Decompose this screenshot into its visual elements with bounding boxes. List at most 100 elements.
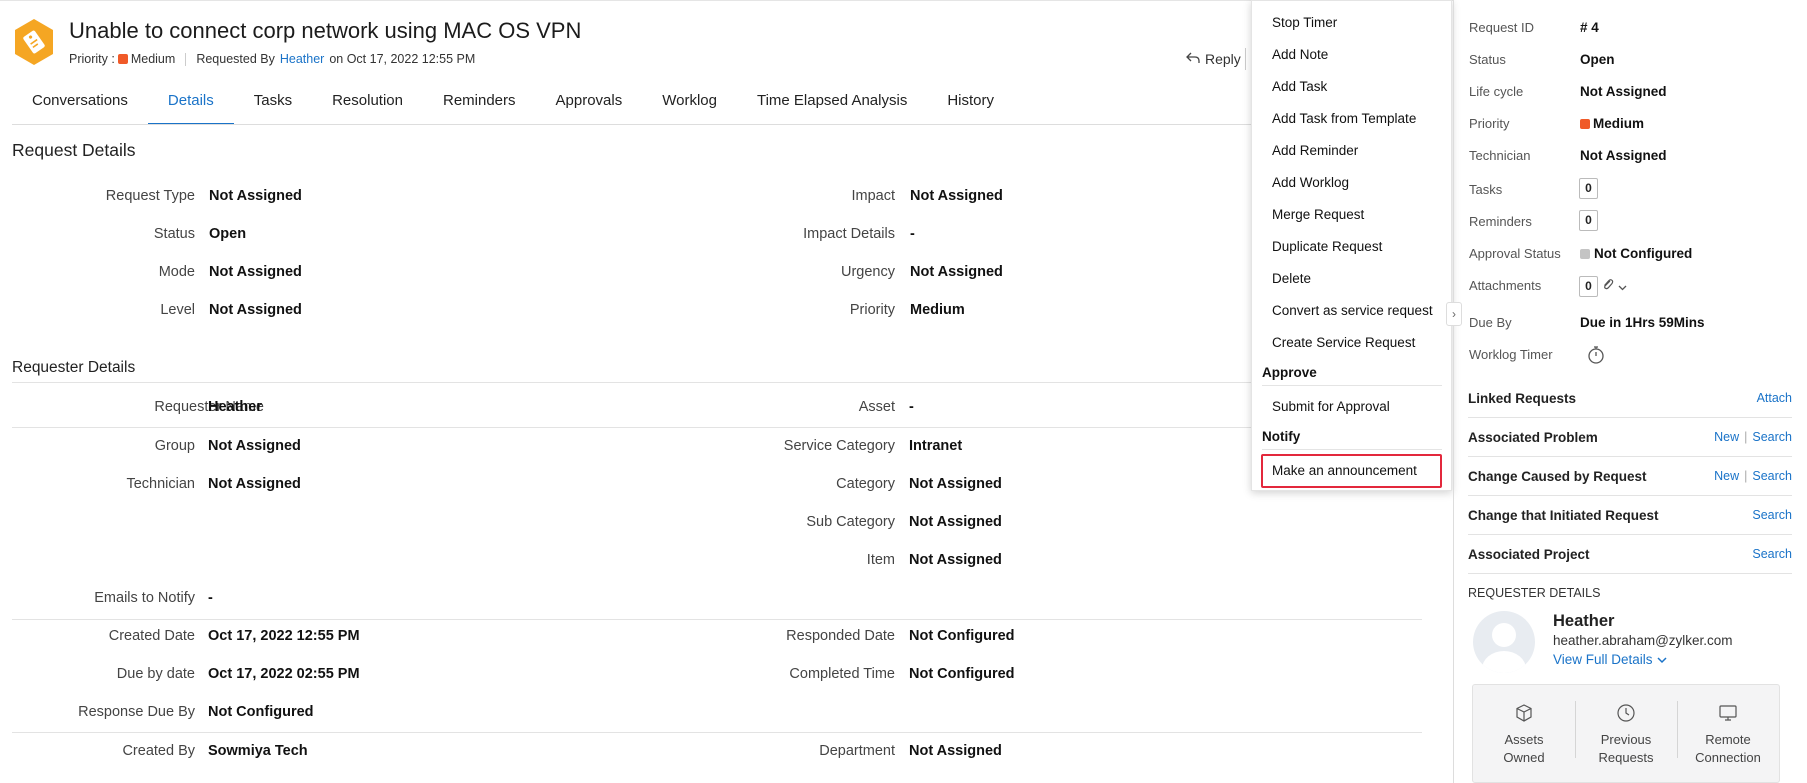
impact-value[interactable]: Not Assigned xyxy=(910,188,1003,204)
menu-item-add-note[interactable]: Add Note xyxy=(1272,47,1328,62)
responded-date-value[interactable]: Not Configured xyxy=(909,628,1015,644)
reply-label: Reply xyxy=(1205,51,1241,67)
remote-connection-label-1: Remote xyxy=(1705,732,1751,747)
row-divider xyxy=(12,732,1422,733)
tab-reminders[interactable]: Reminders xyxy=(423,88,536,125)
tab-history[interactable]: History xyxy=(927,88,1014,125)
requester-link[interactable]: Heather xyxy=(280,52,324,66)
impact-details-value[interactable]: - xyxy=(910,226,915,242)
level-value[interactable]: Not Assigned xyxy=(209,302,302,318)
priority-field-value[interactable]: Medium xyxy=(910,302,965,318)
created-by-label: Created By xyxy=(122,743,195,759)
attach-link[interactable]: Attach xyxy=(1757,391,1792,405)
menu-item-stop-timer[interactable]: Stop Timer xyxy=(1272,15,1337,30)
asset-label: Asset xyxy=(858,399,895,415)
level-label: Level xyxy=(160,302,195,318)
paperclip-icon[interactable] xyxy=(1601,278,1615,295)
collapse-panel-button[interactable]: › xyxy=(1446,302,1462,326)
assets-owned-tile[interactable]: Assets Owned xyxy=(1473,685,1575,782)
attachments-label: Attachments xyxy=(1469,278,1542,293)
requester-name-value[interactable]: Heather xyxy=(208,399,262,415)
asset-value[interactable]: - xyxy=(909,399,914,415)
associated-project-search-link[interactable]: Search xyxy=(1752,547,1792,561)
lifecycle-value[interactable]: Not Assigned xyxy=(1580,84,1667,99)
menu-item-add-reminder[interactable]: Add Reminder xyxy=(1272,143,1358,158)
attachments-control[interactable]: 0 xyxy=(1579,276,1627,297)
menu-item-create-service-request[interactable]: Create Service Request xyxy=(1272,335,1415,350)
menu-item-delete[interactable]: Delete xyxy=(1272,271,1311,286)
menu-item-add-task[interactable]: Add Task xyxy=(1272,79,1327,94)
tab-approvals[interactable]: Approvals xyxy=(536,88,643,125)
menu-item-convert-as-service-request[interactable]: Convert as service request xyxy=(1272,303,1433,318)
menu-item-add-worklog[interactable]: Add Worklog xyxy=(1272,175,1349,190)
tab-details[interactable]: Details xyxy=(147,88,234,125)
section-divider xyxy=(12,382,1252,383)
status-value[interactable]: Open xyxy=(209,226,246,242)
service-category-value[interactable]: Intranet xyxy=(909,438,962,454)
reply-button[interactable]: Reply xyxy=(1186,51,1241,67)
mode-value[interactable]: Not Assigned xyxy=(209,264,302,280)
priority-value: Medium xyxy=(130,52,176,66)
chevron-down-icon[interactable] xyxy=(1618,279,1627,295)
change-caused-new-link[interactable]: New xyxy=(1714,469,1739,483)
chevron-down-icon xyxy=(1657,652,1667,667)
priority-color-swatch xyxy=(117,54,128,64)
side-technician-value[interactable]: Not Assigned xyxy=(1580,148,1667,163)
tab-tasks[interactable]: Tasks xyxy=(234,88,312,125)
department-value[interactable]: Not Assigned xyxy=(909,743,1002,759)
tab-time-elapsed-analysis[interactable]: Time Elapsed Analysis xyxy=(737,88,927,125)
due-by-label: Due By xyxy=(1469,315,1512,330)
side-priority-label: Priority xyxy=(1469,116,1510,131)
row-divider xyxy=(12,619,1422,620)
view-full-details-link[interactable]: View Full Details xyxy=(1553,652,1667,667)
remote-connection-label-2: Connection xyxy=(1695,750,1761,765)
row-divider xyxy=(12,427,1252,428)
item-value[interactable]: Not Assigned xyxy=(909,552,1002,568)
reminders-count[interactable]: 0 xyxy=(1579,210,1598,231)
approval-status-label: Approval Status xyxy=(1469,246,1561,261)
associated-problem-search-link[interactable]: Search xyxy=(1752,430,1792,444)
requester-card-email: heather.abraham@zylker.com xyxy=(1553,633,1733,648)
emails-to-notify-value[interactable]: - xyxy=(208,590,213,606)
requester-avatar[interactable] xyxy=(1473,611,1535,673)
change-caused-search-link[interactable]: Search xyxy=(1752,469,1792,483)
completed-time-value[interactable]: Not Configured xyxy=(909,666,1015,682)
emails-to-notify-label: Emails to Notify xyxy=(94,590,195,606)
due-by-date-value[interactable]: Oct 17, 2022 02:55 PM xyxy=(208,666,360,682)
requester-details-side-heading: REQUESTER DETAILS xyxy=(1468,586,1601,600)
side-status-value[interactable]: Open xyxy=(1580,52,1615,67)
reply-icon xyxy=(1186,51,1200,67)
associated-problem-new-link[interactable]: New xyxy=(1714,430,1739,444)
request-details-heading: Request Details xyxy=(12,140,136,160)
menu-item-make-an-announcement[interactable]: Make an announcement xyxy=(1272,463,1417,478)
change-initiated-search-link[interactable]: Search xyxy=(1752,508,1792,522)
side-status-label: Status xyxy=(1469,52,1506,67)
previous-requests-tile[interactable]: Previous Requests xyxy=(1575,685,1677,782)
tab-conversations[interactable]: Conversations xyxy=(12,88,148,125)
worklog-timer-label: Worklog Timer xyxy=(1469,347,1553,362)
menu-item-duplicate-request[interactable]: Duplicate Request xyxy=(1272,239,1382,254)
menu-item-submit-for-approval[interactable]: Submit for Approval xyxy=(1272,399,1390,414)
group-label: Group xyxy=(154,438,195,454)
requester-card-name: Heather xyxy=(1553,612,1615,630)
tasks-count[interactable]: 0 xyxy=(1579,178,1598,199)
side-priority-text: Medium xyxy=(1593,116,1645,131)
sub-category-value[interactable]: Not Assigned xyxy=(909,514,1002,530)
urgency-value[interactable]: Not Assigned xyxy=(910,264,1003,280)
tab-resolution[interactable]: Resolution xyxy=(312,88,423,125)
menu-item-merge-request[interactable]: Merge Request xyxy=(1272,207,1364,222)
menu-item-add-task-from-template[interactable]: Add Task from Template xyxy=(1272,111,1416,126)
category-value[interactable]: Not Assigned xyxy=(909,476,1002,492)
created-by-value: Sowmiya Tech xyxy=(208,743,308,759)
request-type-value[interactable]: Not Assigned xyxy=(209,188,302,204)
response-due-by-value[interactable]: Not Configured xyxy=(208,704,314,720)
remote-connection-tile[interactable]: Remote Connection xyxy=(1677,685,1779,782)
side-priority-value[interactable]: Medium xyxy=(1580,116,1644,131)
approval-status-swatch xyxy=(1580,248,1590,259)
change-caused-title: Change Caused by Request xyxy=(1468,468,1647,484)
stopwatch-icon[interactable] xyxy=(1587,345,1605,368)
technician-value[interactable]: Not Assigned xyxy=(208,476,301,492)
group-value[interactable]: Not Assigned xyxy=(208,438,301,454)
tab-worklog[interactable]: Worklog xyxy=(642,88,737,125)
impact-label: Impact xyxy=(851,188,895,204)
